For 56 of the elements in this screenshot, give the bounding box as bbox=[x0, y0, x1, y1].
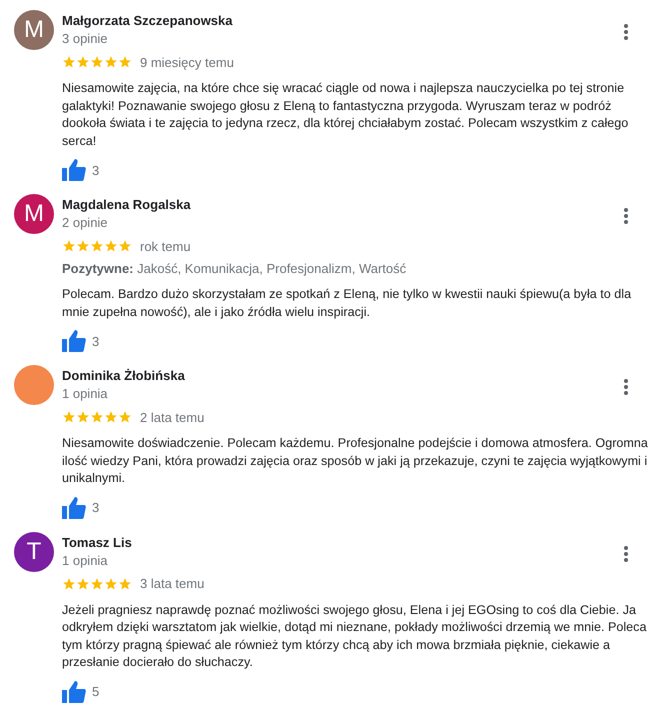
star-icon bbox=[90, 410, 104, 424]
like-button[interactable] bbox=[62, 680, 86, 702]
like-count: 5 bbox=[92, 684, 100, 699]
like-button[interactable] bbox=[62, 330, 86, 352]
review-count: 1 opinia bbox=[62, 385, 109, 403]
review-count: 3 opinie bbox=[62, 30, 109, 48]
avatar: M bbox=[14, 10, 54, 50]
like-count: 3 bbox=[92, 500, 100, 515]
star-icon bbox=[76, 55, 90, 69]
star-icon bbox=[62, 55, 76, 69]
review-text: Niesamowite doświadczenie. Polecam każdemu. Profesjonalne podejście i domowa atmosfera. Ogromna ilość wiedzy Pani, która prowadzi zajęcia oraz sposób w jaki ją przekazuje, czyni te zajęcia wyjątkowymi i unikalnymi. bbox=[62, 435, 649, 487]
reviewer-name: Tomasz Lis bbox=[62, 534, 132, 552]
review-time: 2 lata temu bbox=[140, 410, 204, 424]
thumbs-up-icon bbox=[62, 496, 86, 518]
review-text: Jeżeli pragniesz naprawdę poznać możliwości swojego głosu, Elena i jej EGOsing to coś dla Ciebie. Ja odkryłem dzięki warsztatom jak wielkie, dotąd mi nieznane, pokłady możliwości drzemią we mnie. Poleca tym którzy pragną śpiewać ale również tym którzy chcą aby ich mowa brzmiała pięknie, ciekawie a przesłanie docierało do słuchaczy. bbox=[62, 602, 648, 671]
star-icon bbox=[76, 239, 90, 253]
review-highlights: Pozytywne: Jakość, Komunikacja, Profesjonalizm, Wartość bbox=[62, 260, 408, 278]
review-count: 1 opinia bbox=[62, 552, 109, 570]
star-icon bbox=[62, 239, 76, 253]
reviewer-name: Małgorzata Szczepanowska bbox=[62, 12, 232, 30]
star-icon bbox=[118, 410, 132, 424]
review-text: Niesamowite zajęcia, na które chce się wracać ciągle od nowa i najlepsza nauczycielka po tej stronie galaktyki! Poznawanie swojego głosu z Eleną to fantastyczna przygoda. Wyruszam teraz w podróż dookoła świata i te zajęcia to jedyna rzecz, dla której chciałabym zostać. Polecam wszystkim z całego serca! bbox=[62, 80, 630, 150]
star-icon bbox=[90, 55, 104, 69]
star-icon bbox=[62, 576, 76, 590]
star-icon bbox=[104, 410, 118, 424]
reviewer-name: Dominika Żłobińska bbox=[62, 367, 185, 385]
review-text: Polecam. Bardzo dużo skorzystałam ze spotkań z Eleną, nie tylko w kwestii nauki śpiewu(a była to dla mnie zupełna nowość), ale i jako źródła wielu inspiracji. bbox=[62, 286, 632, 321]
star-icon bbox=[104, 576, 118, 590]
review-count: 2 opinie bbox=[62, 214, 109, 232]
like-button[interactable] bbox=[62, 496, 86, 518]
thumbs-up-icon bbox=[62, 680, 86, 702]
avatar: T bbox=[14, 532, 54, 572]
like-button[interactable] bbox=[62, 159, 86, 181]
thumbs-up-icon bbox=[62, 330, 86, 352]
like-count: 3 bbox=[92, 334, 100, 348]
star-icon bbox=[104, 55, 118, 69]
star-icon bbox=[118, 576, 132, 590]
more-icon bbox=[624, 546, 628, 562]
star-icon bbox=[76, 410, 90, 424]
more-icon bbox=[624, 24, 628, 40]
more-icon bbox=[624, 208, 628, 224]
star-icon bbox=[90, 239, 104, 253]
star-icon bbox=[62, 410, 76, 424]
star-icon bbox=[104, 239, 118, 253]
review-time: 9 miesięcy temu bbox=[140, 54, 234, 70]
star-icon bbox=[76, 576, 90, 590]
reviewer-name: Magdalena Rogalska bbox=[62, 196, 191, 214]
avatar: M bbox=[14, 194, 54, 234]
star-icon bbox=[118, 239, 132, 253]
star-icon bbox=[90, 576, 104, 590]
review-time: 3 lata temu bbox=[140, 576, 204, 591]
review-time: rok temu bbox=[140, 238, 191, 254]
star-icon bbox=[118, 55, 132, 69]
like-count: 3 bbox=[92, 162, 100, 178]
more-icon bbox=[624, 379, 628, 395]
thumbs-up-icon bbox=[62, 159, 86, 181]
